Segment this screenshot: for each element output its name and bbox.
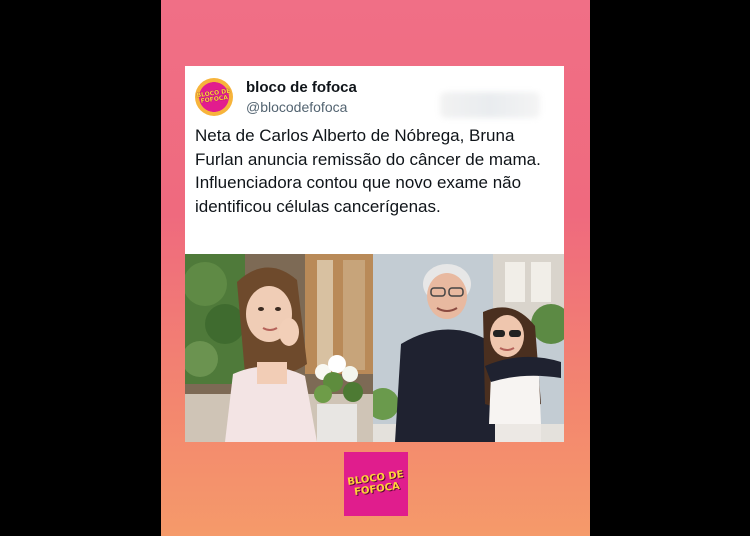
young-woman-with-flowers-photo [185, 254, 373, 442]
avatar[interactable]: BLOCO DE FOFOCA [195, 78, 233, 116]
tweet-photo[interactable] [185, 254, 564, 442]
blurred-region [440, 92, 540, 118]
tweet-card[interactable]: BLOCO DE FOFOCA bloco de fofoca @blocode… [185, 66, 564, 442]
elderly-man-with-woman-photo [373, 254, 564, 442]
brand-logo[interactable]: BLOCO DE FOFOCA [344, 452, 408, 516]
author-name[interactable]: bloco de fofoca [246, 79, 357, 96]
tweet-text: Neta de Carlos Alberto de Nóbrega, Bruna… [195, 126, 541, 216]
brand-logo-text: BLOCO DE FOFOCA [346, 469, 405, 499]
tweet-header: BLOCO DE FOFOCA bloco de fofoca @blocode… [195, 78, 555, 118]
avatar-logo-text: BLOCO DE FOFOCA [196, 87, 231, 105]
story-frame: BLOCO DE FOFOCA bloco de fofoca @blocode… [161, 0, 590, 536]
author-handle[interactable]: @blocodefofoca [246, 99, 347, 115]
